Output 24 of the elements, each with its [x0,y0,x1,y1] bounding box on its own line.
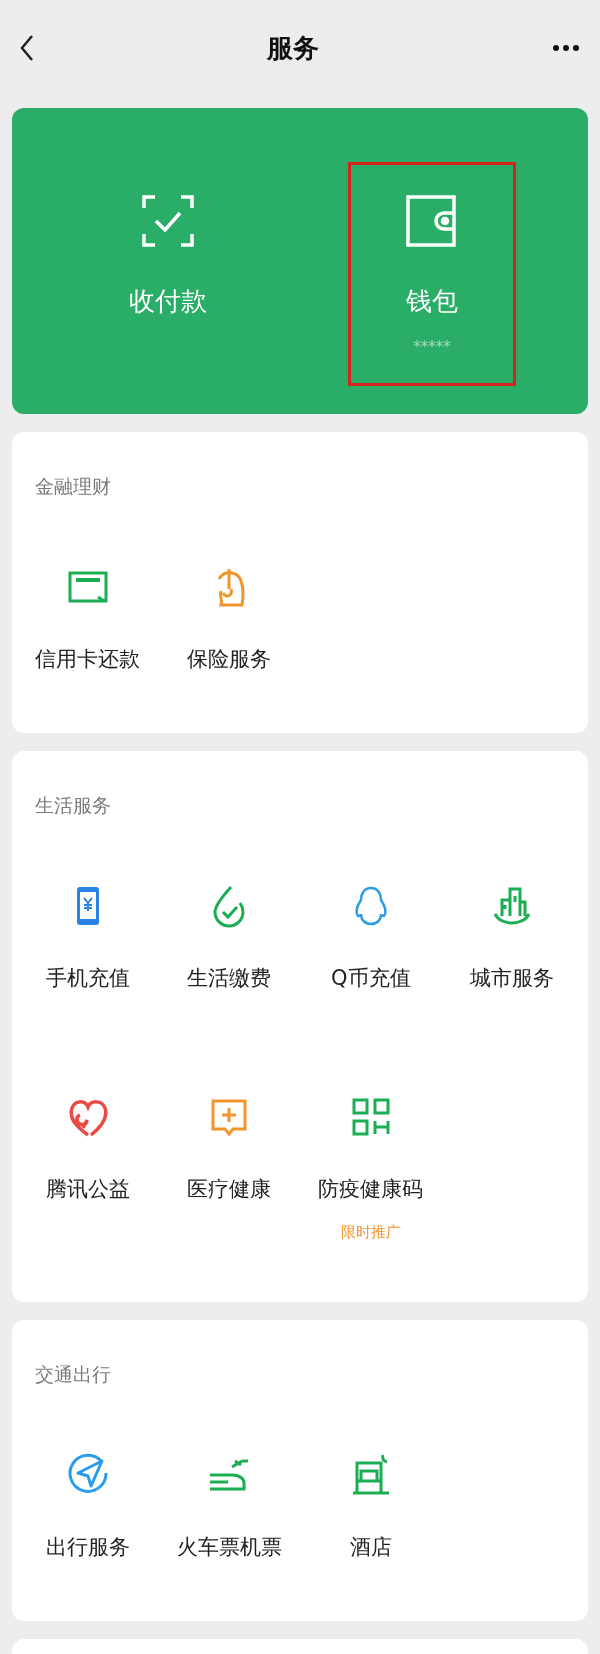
service-item[interactable]: 医疗健康 [187,1095,272,1203]
section-title: 交通出行 [35,1363,111,1385]
section-title: 生活服务 [35,794,111,816]
back-icon[interactable] [20,34,34,62]
service-item[interactable]: 火车票机票 [176,1453,282,1561]
service-item[interactable]: 出行服务 [45,1453,130,1561]
service-item[interactable]: 腾讯公益 [45,1095,130,1203]
page-title: 服务 [267,31,319,65]
service-item[interactable]: Q币充值 [331,884,411,992]
section-title: 金融理财 [35,475,111,497]
service-item[interactable]: 酒店 [348,1453,393,1561]
service-item[interactable]: 保险服务 [187,565,272,673]
masked-balance: ***** [413,337,451,357]
action-label: 收付款 [129,285,207,318]
service-item[interactable]: 手机充值 [45,884,130,992]
action-label: 钱包 [406,285,458,318]
service-item[interactable]: 信用卡还款 [35,565,141,673]
service-item[interactable]: 生活缴费 [187,884,272,992]
scan-check-icon [141,194,195,248]
promo-note: 限时推广 [340,1222,401,1242]
more-icon[interactable] [552,44,580,52]
service-item[interactable]: 城市服务 [470,884,555,992]
wallet-icon [405,194,459,248]
service-item[interactable]: 防疫健康码 [318,1095,424,1203]
